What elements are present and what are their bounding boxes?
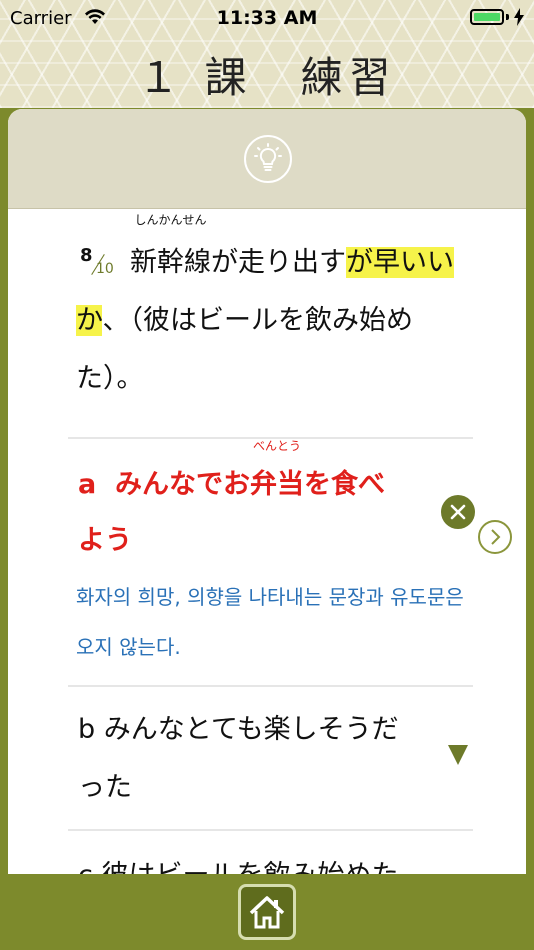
header-area: Carrier 11:33 AM １ 課 練習 (0, 0, 534, 108)
triangle-down-icon[interactable] (448, 745, 468, 765)
chevron-right-icon (491, 529, 501, 545)
option-b[interactable]: b みんなとても楽しそうだ った (78, 701, 438, 817)
bottom-bar (0, 874, 534, 950)
question-counter-display: 8 10 (80, 245, 114, 277)
page-title: １ 課 練習 (137, 53, 397, 102)
charging-icon (514, 8, 524, 26)
ruby-word-display: しんかんせん 新幹線 (130, 213, 211, 278)
option-letter: a (78, 469, 97, 500)
divider (68, 685, 473, 687)
battery-tip (506, 14, 509, 20)
battery-icon (470, 9, 504, 25)
status-bar: Carrier 11:33 AM (0, 0, 534, 36)
question-card: 8 10 しんかんせん新幹線が走り出すが早いか 8 10 しんかんせん新幹線が走… (8, 109, 526, 879)
ruby-word-a: べんとう 弁当 (250, 439, 305, 500)
option-letter: b (78, 714, 96, 745)
option-a[interactable]: a みんなでお べんとう 弁当を食べ よう (78, 439, 438, 569)
question-lines: 8 10 しんかんせん 新幹線が走り出すが早いい か、（彼はビールを飲み始め た）… (76, 213, 496, 408)
next-button[interactable] (478, 520, 512, 554)
option-a-explanation: 화자의 희망, 의향을 나타내는 문장과 유도문은 오지 않는다. (76, 585, 464, 659)
hint-button[interactable] (244, 135, 292, 183)
divider (68, 829, 473, 831)
clock: 11:33 AM (216, 7, 318, 29)
home-icon (249, 896, 285, 929)
home-button[interactable] (238, 884, 296, 940)
lightbulb-icon (254, 143, 282, 171)
close-circle-icon[interactable] (441, 495, 475, 529)
question-line-1: 8 10 しんかんせん 新幹線が走り出すが早いい (76, 213, 496, 292)
question-line-3: た）。 (76, 363, 144, 394)
hint-bar (8, 109, 526, 209)
question-line-2: か、（彼はビールを飲み始め (76, 305, 413, 336)
